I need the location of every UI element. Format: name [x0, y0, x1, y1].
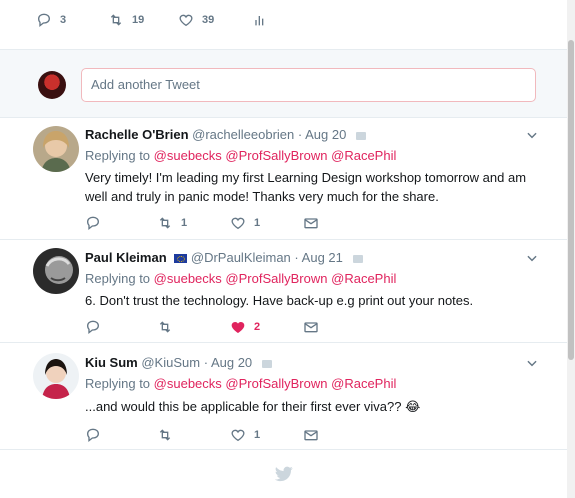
twitter-bird-icon	[275, 466, 293, 482]
photo-icon	[352, 254, 363, 263]
tweet-date[interactable]: Aug 20	[305, 127, 346, 142]
reply-icon	[86, 216, 100, 231]
mention-link[interactable]: @suebecks	[154, 148, 222, 163]
replying-to-label: Replying to	[85, 376, 151, 391]
mention-link[interactable]: @ProfSallyBrown	[225, 148, 327, 163]
tweet-actions: 2	[85, 319, 525, 337]
direct-message-button[interactable]	[303, 427, 319, 443]
tweet-text: ...and would this be applicable for thei…	[85, 399, 421, 414]
avatar[interactable]	[33, 248, 79, 294]
reply-tweet[interactable]: Paul Kleiman @DrPaulKleiman · Aug 21 Rep…	[0, 240, 567, 343]
tweet-header: Paul Kleiman @DrPaulKleiman · Aug 21	[85, 250, 363, 265]
scrollbar-thumb[interactable]	[568, 40, 574, 360]
replying-to: Replying to @suebecks @ProfSallyBrown @R…	[85, 148, 396, 163]
retweet-button[interactable]	[157, 319, 181, 335]
tweet-text: 6. Don't trust the technology. Have back…	[85, 293, 474, 308]
replying-to: Replying to @suebecks @ProfSallyBrown @R…	[85, 271, 396, 286]
like-count: 1	[254, 429, 261, 441]
user-handle[interactable]: @DrPaulKleiman	[191, 250, 291, 265]
direct-message-button[interactable]	[303, 319, 319, 335]
envelope-icon	[304, 322, 318, 333]
reply-compose: Add another Tweet	[0, 50, 567, 118]
display-name[interactable]: Kiu Sum	[85, 355, 138, 370]
retweet-count: 1	[181, 217, 188, 229]
reply-button[interactable]	[85, 215, 101, 231]
photo-icon	[355, 131, 366, 140]
tweet-date[interactable]: Aug 20	[211, 355, 252, 370]
mention-link[interactable]: @suebecks	[154, 376, 222, 391]
analytics-button[interactable]	[252, 12, 268, 28]
mention-link[interactable]: @ProfSallyBrown	[225, 376, 327, 391]
retweet-button[interactable]: 19	[108, 12, 144, 28]
retweet-button[interactable]: 1	[157, 215, 187, 231]
main-tweet-actions: 3 19 39	[0, 0, 567, 50]
like-button[interactable]: 39	[178, 12, 214, 28]
tweet-date[interactable]: Aug 21	[302, 250, 343, 265]
chevron-down-icon[interactable]	[525, 128, 539, 142]
mention-link[interactable]: @suebecks	[154, 271, 222, 286]
like-button[interactable]: 1	[230, 427, 260, 443]
like-count: 2	[254, 321, 261, 333]
reply-tweet[interactable]: Kiu Sum @KiuSum · Aug 20 Replying to @su…	[0, 343, 567, 450]
reply-button[interactable]	[85, 319, 101, 335]
mention-link[interactable]: @RacePhil	[331, 376, 396, 391]
display-name[interactable]: Rachelle O'Brien	[85, 127, 189, 142]
add-tweet-input[interactable]: Add another Tweet	[81, 68, 536, 102]
tweet-header: Rachelle O'Brien @rachelleeobrien · Aug …	[85, 127, 366, 142]
reply-icon	[86, 428, 100, 443]
like-count: 1	[254, 217, 261, 229]
reply-icon	[86, 320, 100, 335]
separator: ·	[203, 355, 209, 370]
avatar[interactable]	[33, 126, 79, 172]
heart-icon	[231, 217, 245, 230]
avatar[interactable]	[33, 353, 79, 399]
analytics-icon	[255, 16, 264, 26]
retweet-icon	[110, 14, 122, 26]
tweet-header: Kiu Sum @KiuSum · Aug 20	[85, 355, 272, 370]
mention-link[interactable]: @RacePhil	[331, 271, 396, 286]
reply-icon	[37, 13, 51, 28]
reply-tweet[interactable]: Rachelle O'Brien @rachelleeobrien · Aug …	[0, 118, 567, 240]
retweet-button[interactable]	[157, 427, 181, 443]
retweet-count: 19	[132, 14, 145, 26]
reply-button[interactable]	[85, 427, 101, 443]
replying-to: Replying to @suebecks @ProfSallyBrown @R…	[85, 376, 396, 391]
retweet-icon	[159, 321, 171, 333]
direct-message-button[interactable]	[303, 215, 319, 231]
reply-count: 3	[60, 14, 67, 26]
tweet-actions: 1 1	[85, 215, 525, 233]
chevron-down-icon[interactable]	[525, 356, 539, 370]
envelope-icon	[304, 430, 318, 441]
tweet-actions: 1	[85, 427, 525, 445]
like-button[interactable]: 1	[230, 215, 260, 231]
separator: ·	[294, 250, 299, 265]
separator: ·	[297, 127, 303, 142]
tweet-text: Very timely! I'm leading my first Learni…	[85, 170, 527, 204]
chevron-down-icon[interactable]	[525, 251, 539, 265]
like-button[interactable]: 2	[230, 319, 260, 335]
user-handle[interactable]: @rachelleeobrien	[192, 127, 294, 142]
display-name[interactable]: Paul Kleiman	[85, 250, 167, 265]
mention-link[interactable]: @ProfSallyBrown	[225, 271, 327, 286]
heart-icon	[231, 322, 245, 333]
user-avatar[interactable]	[38, 71, 66, 99]
replying-to-label: Replying to	[85, 148, 151, 163]
mention-link[interactable]: @RacePhil	[331, 148, 396, 163]
envelope-icon	[304, 218, 318, 229]
heart-icon	[231, 429, 245, 442]
user-handle[interactable]: @KiuSum	[141, 355, 200, 370]
heart-icon	[179, 14, 193, 27]
retweet-icon	[159, 217, 171, 229]
retweet-icon	[159, 429, 171, 441]
reply-button[interactable]: 3	[36, 12, 66, 28]
photo-icon	[261, 359, 272, 368]
eu-flag-icon	[174, 254, 188, 264]
like-count: 39	[202, 14, 215, 26]
replying-to-label: Replying to	[85, 271, 151, 286]
